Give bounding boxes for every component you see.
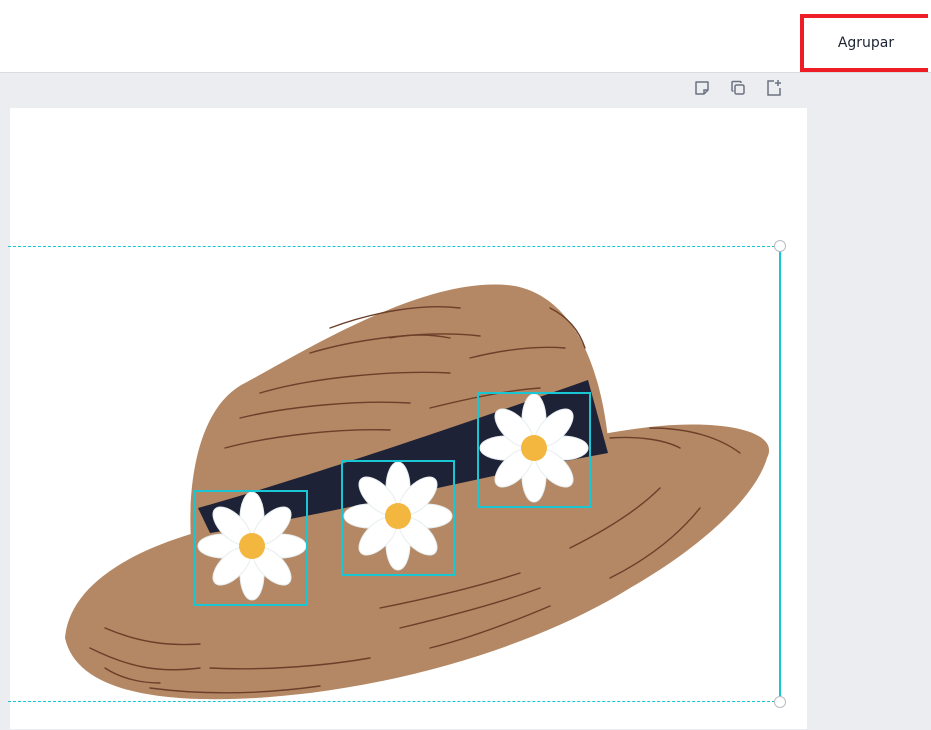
group-button-label: Agrupar [837, 35, 895, 51]
duplicate-page-button[interactable] [726, 77, 750, 99]
page-toolbar [690, 77, 786, 99]
flower-2-selection-box[interactable] [341, 460, 455, 576]
group-button[interactable]: Agrupar [800, 14, 928, 72]
resize-handle-bottom-right[interactable] [774, 696, 786, 708]
duplicate-icon [731, 80, 745, 95]
editor-top-bar [0, 0, 931, 72]
resize-handle-top-right[interactable] [774, 240, 786, 252]
add-note-button[interactable] [690, 77, 714, 99]
note-icon [695, 81, 709, 95]
selection-outline-right-edge [779, 246, 781, 702]
flower-1-selection-box[interactable] [194, 490, 308, 606]
flower-3-selection-box[interactable] [477, 392, 591, 508]
add-page-button[interactable] [762, 77, 786, 99]
add-page-icon [767, 80, 781, 96]
